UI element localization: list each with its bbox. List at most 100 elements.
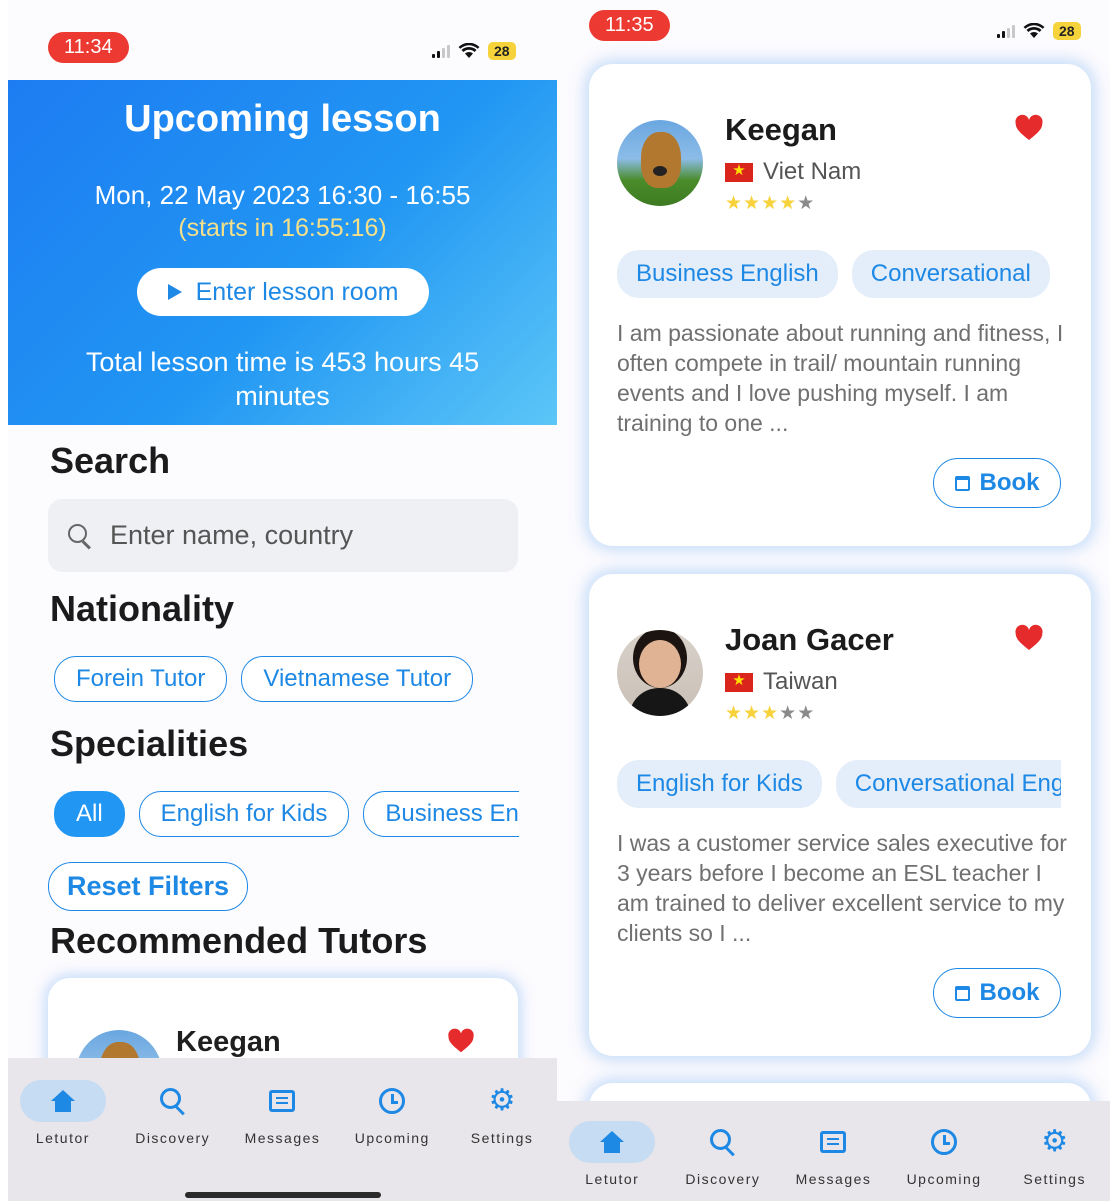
nav-item-settings[interactable]: ⚙ Settings	[999, 1121, 1110, 1201]
status-bar: 11:34 28	[8, 0, 557, 80]
chip-vietnamese-tutor[interactable]: Vietnamese Tutor	[241, 656, 474, 702]
nav-label: Discovery	[135, 1130, 211, 1146]
nationality-chips: Forein Tutor Vietnamese Tutor	[54, 656, 474, 702]
star-filled-icon: ★	[761, 193, 780, 214]
star-empty-icon: ★	[779, 703, 798, 724]
tutor-name[interactable]: Joan Gacer	[725, 622, 894, 658]
wifi-icon	[1023, 23, 1045, 38]
calendar-icon	[954, 475, 970, 491]
speciality-chip: Business English	[617, 250, 838, 298]
upcoming-countdown: (starts in 16:55:16)	[178, 214, 387, 242]
book-button[interactable]: Book	[933, 458, 1061, 508]
status-time: 11:34	[48, 32, 129, 63]
nav-item-letutor[interactable]: Letutor	[8, 1080, 118, 1201]
enter-lesson-room-label: Enter lesson room	[195, 277, 399, 306]
nav-icon-container	[349, 1080, 435, 1122]
tutor-card[interactable]: Keegan Viet Nam ★★★★★ Business English C…	[589, 64, 1091, 546]
book-button[interactable]: Book	[933, 968, 1061, 1018]
star-filled-icon: ★	[743, 193, 762, 214]
chip-all[interactable]: All	[54, 791, 125, 837]
speciality-chip: Conversational	[851, 250, 1050, 298]
nav-icon-container	[19, 1080, 106, 1122]
search-box[interactable]	[48, 499, 518, 572]
search-icon	[159, 1088, 186, 1114]
status-icons: 28	[432, 42, 516, 60]
nav-icon-container	[130, 1080, 216, 1122]
nav-item-letutor[interactable]: Letutor	[557, 1121, 668, 1201]
nav-item-messages[interactable]: Messages	[228, 1080, 338, 1201]
nav-label: Messages	[244, 1130, 321, 1146]
nav-item-upcoming[interactable]: Upcoming	[337, 1080, 447, 1201]
book-label: Book	[979, 469, 1040, 496]
home-indicator	[185, 1192, 381, 1198]
enter-lesson-room-button[interactable]: Enter lesson room	[137, 268, 429, 316]
book-label: Book	[979, 979, 1040, 1006]
clock-icon	[931, 1129, 958, 1155]
nav-item-discovery[interactable]: Discovery	[118, 1080, 228, 1201]
flag-icon	[725, 161, 753, 182]
rating-stars: ★★★★★	[725, 192, 815, 215]
nav-icon-container	[901, 1121, 987, 1163]
tutor-name[interactable]: Keegan	[725, 112, 837, 148]
search-heading: Search	[50, 440, 171, 481]
nav-icon-container: ⚙	[459, 1080, 545, 1122]
play-icon	[167, 284, 182, 300]
star-filled-icon: ★	[779, 193, 798, 214]
nav-icon-container	[239, 1080, 325, 1122]
total-lesson-time: Total lesson time is 453 hours 45 minute…	[85, 347, 480, 411]
speciality-chip: Conversational English	[835, 760, 1061, 808]
message-icon	[820, 1131, 847, 1153]
tutor-bio: I am passionate about running and fitnes…	[617, 320, 1064, 436]
tutor-country: Viet Nam	[725, 158, 861, 186]
tutor-card[interactable]: Joan Gacer Taiwan ★★★★★ English for Kids…	[589, 574, 1091, 1056]
speciality-chip: English for Kids	[617, 760, 822, 808]
message-icon	[269, 1090, 296, 1112]
star-empty-icon: ★	[797, 193, 816, 214]
nav-item-upcoming[interactable]: Upcoming	[889, 1121, 1000, 1201]
heart-icon[interactable]	[1013, 622, 1045, 654]
nav-item-settings[interactable]: ⚙ Settings	[447, 1080, 557, 1201]
home-icon	[50, 1090, 75, 1112]
nav-label: Settings	[1023, 1171, 1086, 1187]
nav-label: Upcoming	[354, 1130, 430, 1146]
gear-icon: ⚙	[1041, 1125, 1069, 1158]
tutor-bio: I was a customer service sales executive…	[617, 830, 1067, 946]
chip-forein-tutor[interactable]: Forein Tutor	[54, 656, 228, 702]
tutor-speciality-chips: English for Kids Conversational English	[617, 760, 1061, 808]
nav-label: Discovery	[685, 1171, 761, 1187]
clock-icon	[379, 1088, 406, 1114]
chip-business-english[interactable]: Business English	[363, 791, 519, 837]
star-filled-icon: ★	[725, 193, 744, 214]
nav-icon-container: ⚙	[1012, 1121, 1098, 1163]
speciality-chips[interactable]: All English for Kids Business English	[54, 791, 519, 837]
signal-icon	[997, 24, 1015, 38]
gear-icon: ⚙	[488, 1084, 516, 1117]
upcoming-date: Mon, 22 May 2023 16:30 - 16:55	[94, 180, 471, 210]
bottom-navigation: Letutor Discovery Messages Upcoming ⚙ Se…	[8, 1058, 557, 1201]
search-icon	[68, 523, 92, 548]
bottom-navigation: Letutor Discovery Messages Upcoming ⚙ Se…	[557, 1101, 1110, 1201]
recommended-tutors-heading: Recommended Tutors	[50, 920, 428, 961]
tutor-avatar[interactable]	[617, 630, 703, 716]
nav-label: Messages	[795, 1171, 872, 1187]
heart-icon[interactable]	[446, 1026, 476, 1056]
upcoming-title: Upcoming lesson	[124, 98, 441, 140]
search-input[interactable]	[110, 520, 470, 551]
tutor-name[interactable]: Keegan	[176, 1026, 281, 1059]
status-icons: 28	[997, 22, 1081, 40]
battery-badge: 28	[1053, 22, 1081, 40]
tutor-avatar[interactable]	[617, 120, 703, 206]
upcoming-lesson-banner: Upcoming lesson Mon, 22 May 2023 16:30 -…	[8, 80, 557, 425]
star-filled-icon: ★	[725, 703, 744, 724]
nav-item-discovery[interactable]: Discovery	[668, 1121, 779, 1201]
star-filled-icon: ★	[761, 703, 780, 724]
star-filled-icon: ★	[743, 703, 762, 724]
heart-icon[interactable]	[1013, 112, 1045, 144]
nav-icon-container	[569, 1121, 656, 1163]
chip-english-for-kids[interactable]: English for Kids	[138, 791, 350, 837]
reset-filters-button[interactable]: Reset Filters	[48, 862, 249, 911]
nav-label: Letutor	[35, 1130, 90, 1146]
wifi-icon	[458, 43, 480, 58]
battery-badge: 28	[488, 42, 516, 60]
nav-item-messages[interactable]: Messages	[778, 1121, 889, 1201]
